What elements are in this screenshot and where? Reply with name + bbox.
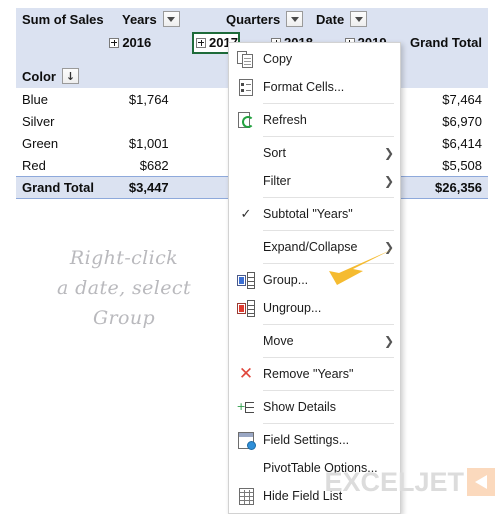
menu-separator [263,136,394,137]
caret-glyph [167,16,176,22]
sort-icon-slot [229,139,263,167]
group-icon [229,266,263,294]
grand-total-header: Grand Total [410,35,482,50]
submenu-chevron-icon: ❯ [383,146,395,160]
year-cell-2016[interactable]: 2016 [105,32,151,54]
menu-item-label: Copy [263,52,293,66]
menu-separator [263,423,394,424]
menu-item-copy[interactable]: Copy [229,45,400,73]
logo-triangle-icon [475,475,487,489]
menu-item-show-details[interactable]: + Show Details [229,393,400,421]
remove-x-icon: ✕ [238,363,254,384]
menu-item-subtotal-years[interactable]: ✓ Subtotal "Years" [229,200,400,228]
cell-color: Silver [22,113,55,129]
submenu-chevron-icon: ❯ [383,174,395,188]
year-label-2016: 2016 [122,35,152,50]
cell-color: Red [22,157,46,173]
cell-2016: $682 [139,157,169,173]
format-cells-icon [229,73,263,101]
cell-grand-total: $5,508 [442,157,483,173]
menu-item-sort[interactable]: Sort ❯ [229,139,400,167]
field-label-date: Date [316,11,345,27]
menu-item-move[interactable]: Move ❯ [229,327,400,355]
caret-glyph [354,16,363,22]
menu-item-label: Remove "Years" [263,367,354,381]
cell-grand-total: $6,970 [442,113,483,129]
logo-mark [467,468,495,496]
menu-item-field-settings[interactable]: Field Settings... [229,426,400,454]
menu-item-label: Refresh [263,113,307,127]
row-field-label: Color [22,68,56,84]
menu-item-label: Format Cells... [263,80,345,94]
submenu-chevron-icon: ❯ [383,334,395,348]
move-icon-slot [229,327,263,355]
logo-wordmark: EXCELJET [324,466,464,497]
menu-item-label: Move [263,334,294,348]
column-field-quarters: Quarters [226,11,316,27]
pivot-field-header-row: Sum of Sales Years Quarters Date [16,8,488,30]
column-field-years: Years [122,11,226,27]
field-label-years: Years [122,11,157,27]
refresh-icon [229,106,263,134]
menu-item-refresh[interactable]: Refresh [229,106,400,134]
filter-caret-icon-date[interactable] [350,11,368,27]
menu-separator [263,324,394,325]
row-field-color: Color ↓ [16,68,122,84]
menu-item-label: Sort [263,146,286,160]
menu-separator [263,197,394,198]
menu-separator [263,357,394,358]
cell-grand-total: $26,356 [435,180,483,195]
filter-icon-slot [229,167,263,195]
annotation-line-3: Group [92,307,156,329]
cell-color: Blue [22,91,49,107]
pivottable-options-icon-slot [229,454,263,482]
exceljet-logo: EXCELJET [324,468,495,496]
caret-glyph [290,16,299,22]
annotation-text: Right-click a date, select Group [26,243,222,333]
sort-glyph: ↓ [65,69,76,83]
sort-descending-icon[interactable]: ↓ [61,68,79,84]
field-label-quarters: Quarters [226,11,281,27]
cell-grand-total: $6,414 [442,135,483,151]
ungroup-icon [229,294,263,322]
menu-item-ungroup[interactable]: Ungroup... [229,294,400,322]
cell-grand-total: $7,464 [442,91,483,107]
cell-2016: $3,447 [128,180,169,195]
annotation-line-2: a date, select [56,277,191,299]
menu-item-label: Field Settings... [263,433,350,447]
column-header-2016[interactable]: 2016 [105,32,192,54]
menu-item-format-cells[interactable]: Format Cells... [229,73,400,101]
column-field-date: Date [316,11,402,27]
expand-plus-icon[interactable] [196,37,206,48]
copy-icon [229,45,263,73]
cell-color: Green [22,135,59,151]
menu-item-label: Ungroup... [263,301,322,315]
cell-2016: $1,764 [128,91,169,107]
expand-collapse-icon-slot [229,233,263,261]
callout-arrow-icon [329,249,393,285]
menu-separator [263,103,394,104]
show-details-icon: + [229,393,263,421]
menu-separator [263,390,394,391]
check-icon: ✓ [240,206,252,222]
cell-2016: $1,001 [128,135,169,151]
menu-item-label: Subtotal "Years" [263,207,353,221]
hide-field-list-icon [229,482,263,510]
expand-plus-icon[interactable] [109,37,120,48]
filter-caret-icon-quarters[interactable] [286,11,304,27]
cell-color: Grand Total [22,180,94,195]
value-field-label: Sum of Sales [22,11,104,27]
menu-item-remove-years[interactable]: ✕ Remove "Years" [229,360,400,388]
menu-item-filter[interactable]: Filter ❯ [229,167,400,195]
annotation-line-1: Right-click [69,247,179,269]
menu-item-label: Show Details [263,400,336,414]
menu-item-label: Filter [263,174,291,188]
filter-caret-icon-years[interactable] [162,11,180,27]
field-settings-icon [229,426,263,454]
menu-separator [263,230,394,231]
